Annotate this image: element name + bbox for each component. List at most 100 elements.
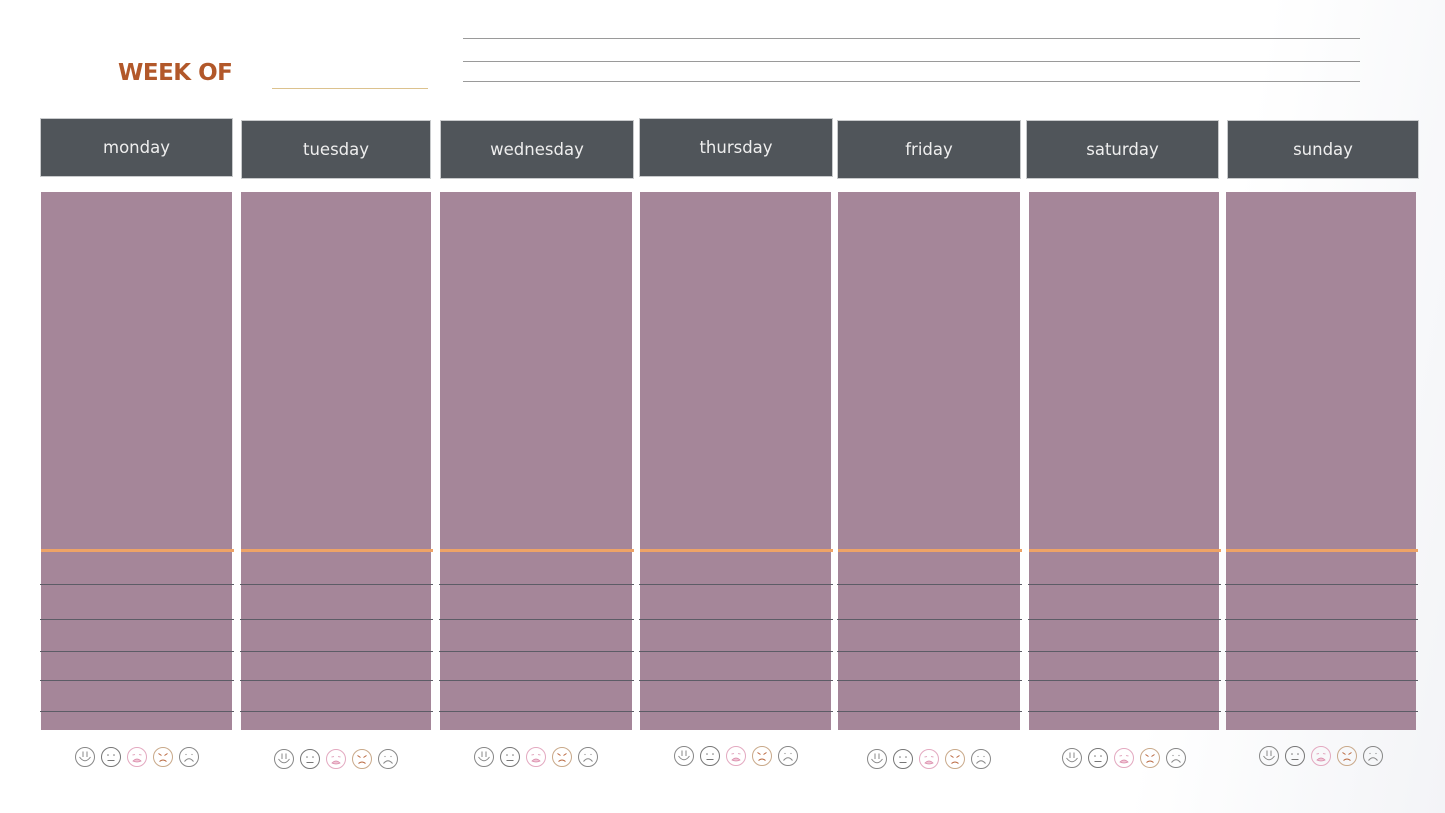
week-of-input-line[interactable] xyxy=(272,88,428,89)
crying-face-icon[interactable] xyxy=(725,745,747,767)
ruled-line[interactable] xyxy=(240,619,433,620)
day-column-sunday[interactable] xyxy=(1225,192,1418,730)
day-column-friday[interactable] xyxy=(837,192,1022,730)
ruled-line[interactable] xyxy=(837,711,1022,712)
neutral-face-icon[interactable] xyxy=(299,748,321,770)
angry-face-icon[interactable] xyxy=(944,748,966,770)
ruled-line[interactable] xyxy=(439,619,634,620)
angry-face-icon[interactable] xyxy=(1336,745,1358,767)
happy-face-icon[interactable] xyxy=(473,746,495,768)
accent-divider xyxy=(838,549,1022,552)
angry-face-icon[interactable] xyxy=(551,746,573,768)
day-column-monday[interactable] xyxy=(40,192,234,730)
mood-tracker xyxy=(1061,747,1187,771)
accent-divider xyxy=(1226,549,1418,552)
sad-face-icon[interactable] xyxy=(1165,747,1187,769)
crying-face-icon[interactable] xyxy=(126,746,148,768)
ruled-line[interactable] xyxy=(240,711,433,712)
day-column-wednesday[interactable] xyxy=(439,192,634,730)
ruled-line[interactable] xyxy=(40,584,234,585)
day-column-tuesday[interactable] xyxy=(240,192,433,730)
sad-face-icon[interactable] xyxy=(178,746,200,768)
ruled-line[interactable] xyxy=(40,680,234,681)
sad-face-icon[interactable] xyxy=(777,745,799,767)
neutral-face-icon[interactable] xyxy=(1087,747,1109,769)
ruled-line[interactable] xyxy=(837,651,1022,652)
accent-divider xyxy=(440,549,634,552)
angry-face-icon[interactable] xyxy=(1139,747,1161,769)
week-of-title: WEEK OF xyxy=(118,60,233,86)
angry-face-icon[interactable] xyxy=(351,748,373,770)
ruled-line[interactable] xyxy=(1028,619,1221,620)
happy-face-icon[interactable] xyxy=(1258,745,1280,767)
ruled-line[interactable] xyxy=(1028,711,1221,712)
ruled-line[interactable] xyxy=(1225,711,1418,712)
crying-face-icon[interactable] xyxy=(1310,745,1332,767)
day-label: tuesday xyxy=(302,140,370,159)
ruled-line[interactable] xyxy=(639,619,833,620)
ruled-line[interactable] xyxy=(639,584,833,585)
crying-face-icon[interactable] xyxy=(325,748,347,770)
day-header-saturday: saturday xyxy=(1027,121,1218,178)
ruled-line[interactable] xyxy=(439,680,634,681)
notes-line[interactable] xyxy=(463,61,1360,62)
angry-face-icon[interactable] xyxy=(751,745,773,767)
accent-divider xyxy=(640,549,833,552)
neutral-face-icon[interactable] xyxy=(699,745,721,767)
day-label: wednesday xyxy=(490,140,584,159)
ruled-line[interactable] xyxy=(40,651,234,652)
ruled-line[interactable] xyxy=(1028,680,1221,681)
ruled-line[interactable] xyxy=(639,651,833,652)
mood-tracker xyxy=(1258,745,1384,769)
day-label: sunday xyxy=(1293,140,1353,159)
angry-face-icon[interactable] xyxy=(152,746,174,768)
mood-tracker xyxy=(473,746,599,770)
neutral-face-icon[interactable] xyxy=(1284,745,1306,767)
accent-divider xyxy=(41,549,234,552)
sad-face-icon[interactable] xyxy=(377,748,399,770)
mood-tracker xyxy=(74,746,200,770)
crying-face-icon[interactable] xyxy=(525,746,547,768)
sad-face-icon[interactable] xyxy=(970,748,992,770)
ruled-line[interactable] xyxy=(837,619,1022,620)
ruled-line[interactable] xyxy=(439,584,634,585)
day-column-saturday[interactable] xyxy=(1028,192,1221,730)
day-header-friday: friday xyxy=(838,121,1020,178)
crying-face-icon[interactable] xyxy=(918,748,940,770)
neutral-face-icon[interactable] xyxy=(100,746,122,768)
happy-face-icon[interactable] xyxy=(273,748,295,770)
happy-face-icon[interactable] xyxy=(1061,747,1083,769)
ruled-line[interactable] xyxy=(40,711,234,712)
ruled-line[interactable] xyxy=(639,680,833,681)
happy-face-icon[interactable] xyxy=(866,748,888,770)
accent-divider xyxy=(241,549,433,552)
notes-line[interactable] xyxy=(463,38,1360,39)
ruled-line[interactable] xyxy=(240,680,433,681)
ruled-line[interactable] xyxy=(1028,584,1221,585)
day-column-thursday[interactable] xyxy=(639,192,833,730)
ruled-line[interactable] xyxy=(439,651,634,652)
ruled-line[interactable] xyxy=(1225,651,1418,652)
day-label: monday xyxy=(103,138,170,157)
ruled-line[interactable] xyxy=(639,711,833,712)
happy-face-icon[interactable] xyxy=(74,746,96,768)
crying-face-icon[interactable] xyxy=(1113,747,1135,769)
day-header-wednesday: wednesday xyxy=(441,121,633,178)
ruled-line[interactable] xyxy=(439,711,634,712)
ruled-line[interactable] xyxy=(837,680,1022,681)
ruled-line[interactable] xyxy=(240,584,433,585)
ruled-line[interactable] xyxy=(40,619,234,620)
ruled-line[interactable] xyxy=(1028,651,1221,652)
notes-line[interactable] xyxy=(463,81,1360,82)
happy-face-icon[interactable] xyxy=(673,745,695,767)
sad-face-icon[interactable] xyxy=(577,746,599,768)
mood-tracker xyxy=(673,745,799,769)
neutral-face-icon[interactable] xyxy=(499,746,521,768)
ruled-line[interactable] xyxy=(837,584,1022,585)
ruled-line[interactable] xyxy=(1225,680,1418,681)
neutral-face-icon[interactable] xyxy=(892,748,914,770)
ruled-line[interactable] xyxy=(240,651,433,652)
sad-face-icon[interactable] xyxy=(1362,745,1384,767)
ruled-line[interactable] xyxy=(1225,619,1418,620)
ruled-line[interactable] xyxy=(1225,584,1418,585)
